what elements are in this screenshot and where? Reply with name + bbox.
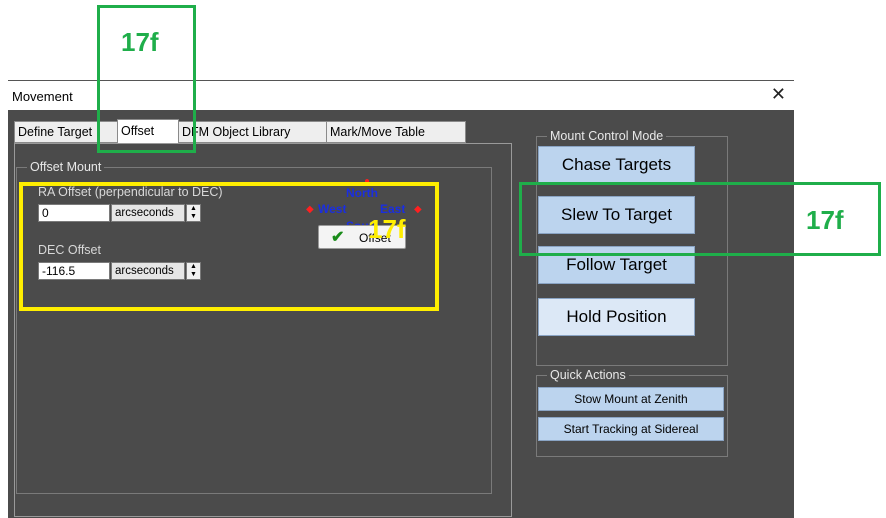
annotation-label-right: 17f [806, 205, 844, 235]
window-title: Movement [12, 89, 73, 104]
annotation-label-center: 17f [368, 214, 406, 244]
tab-dfm-object-library[interactable]: DFM Object Library [178, 121, 327, 143]
stow-mount-button[interactable]: Stow Mount at Zenith [538, 387, 724, 411]
hold-position-button[interactable]: Hold Position [538, 298, 695, 336]
annotation-yellow-box [19, 182, 439, 311]
mount-control-title: Mount Control Mode [547, 129, 667, 143]
annotation-label-top: 17f [121, 27, 159, 57]
close-icon[interactable]: ✕ [771, 84, 786, 105]
start-tracking-button[interactable]: Start Tracking at Sidereal [538, 417, 724, 441]
offset-mount-title: Offset Mount [27, 160, 105, 174]
quick-actions-title: Quick Actions [547, 368, 629, 382]
tab-mark-move-table[interactable]: Mark/Move Table [326, 121, 466, 143]
chase-targets-button[interactable]: Chase Targets [538, 146, 695, 184]
